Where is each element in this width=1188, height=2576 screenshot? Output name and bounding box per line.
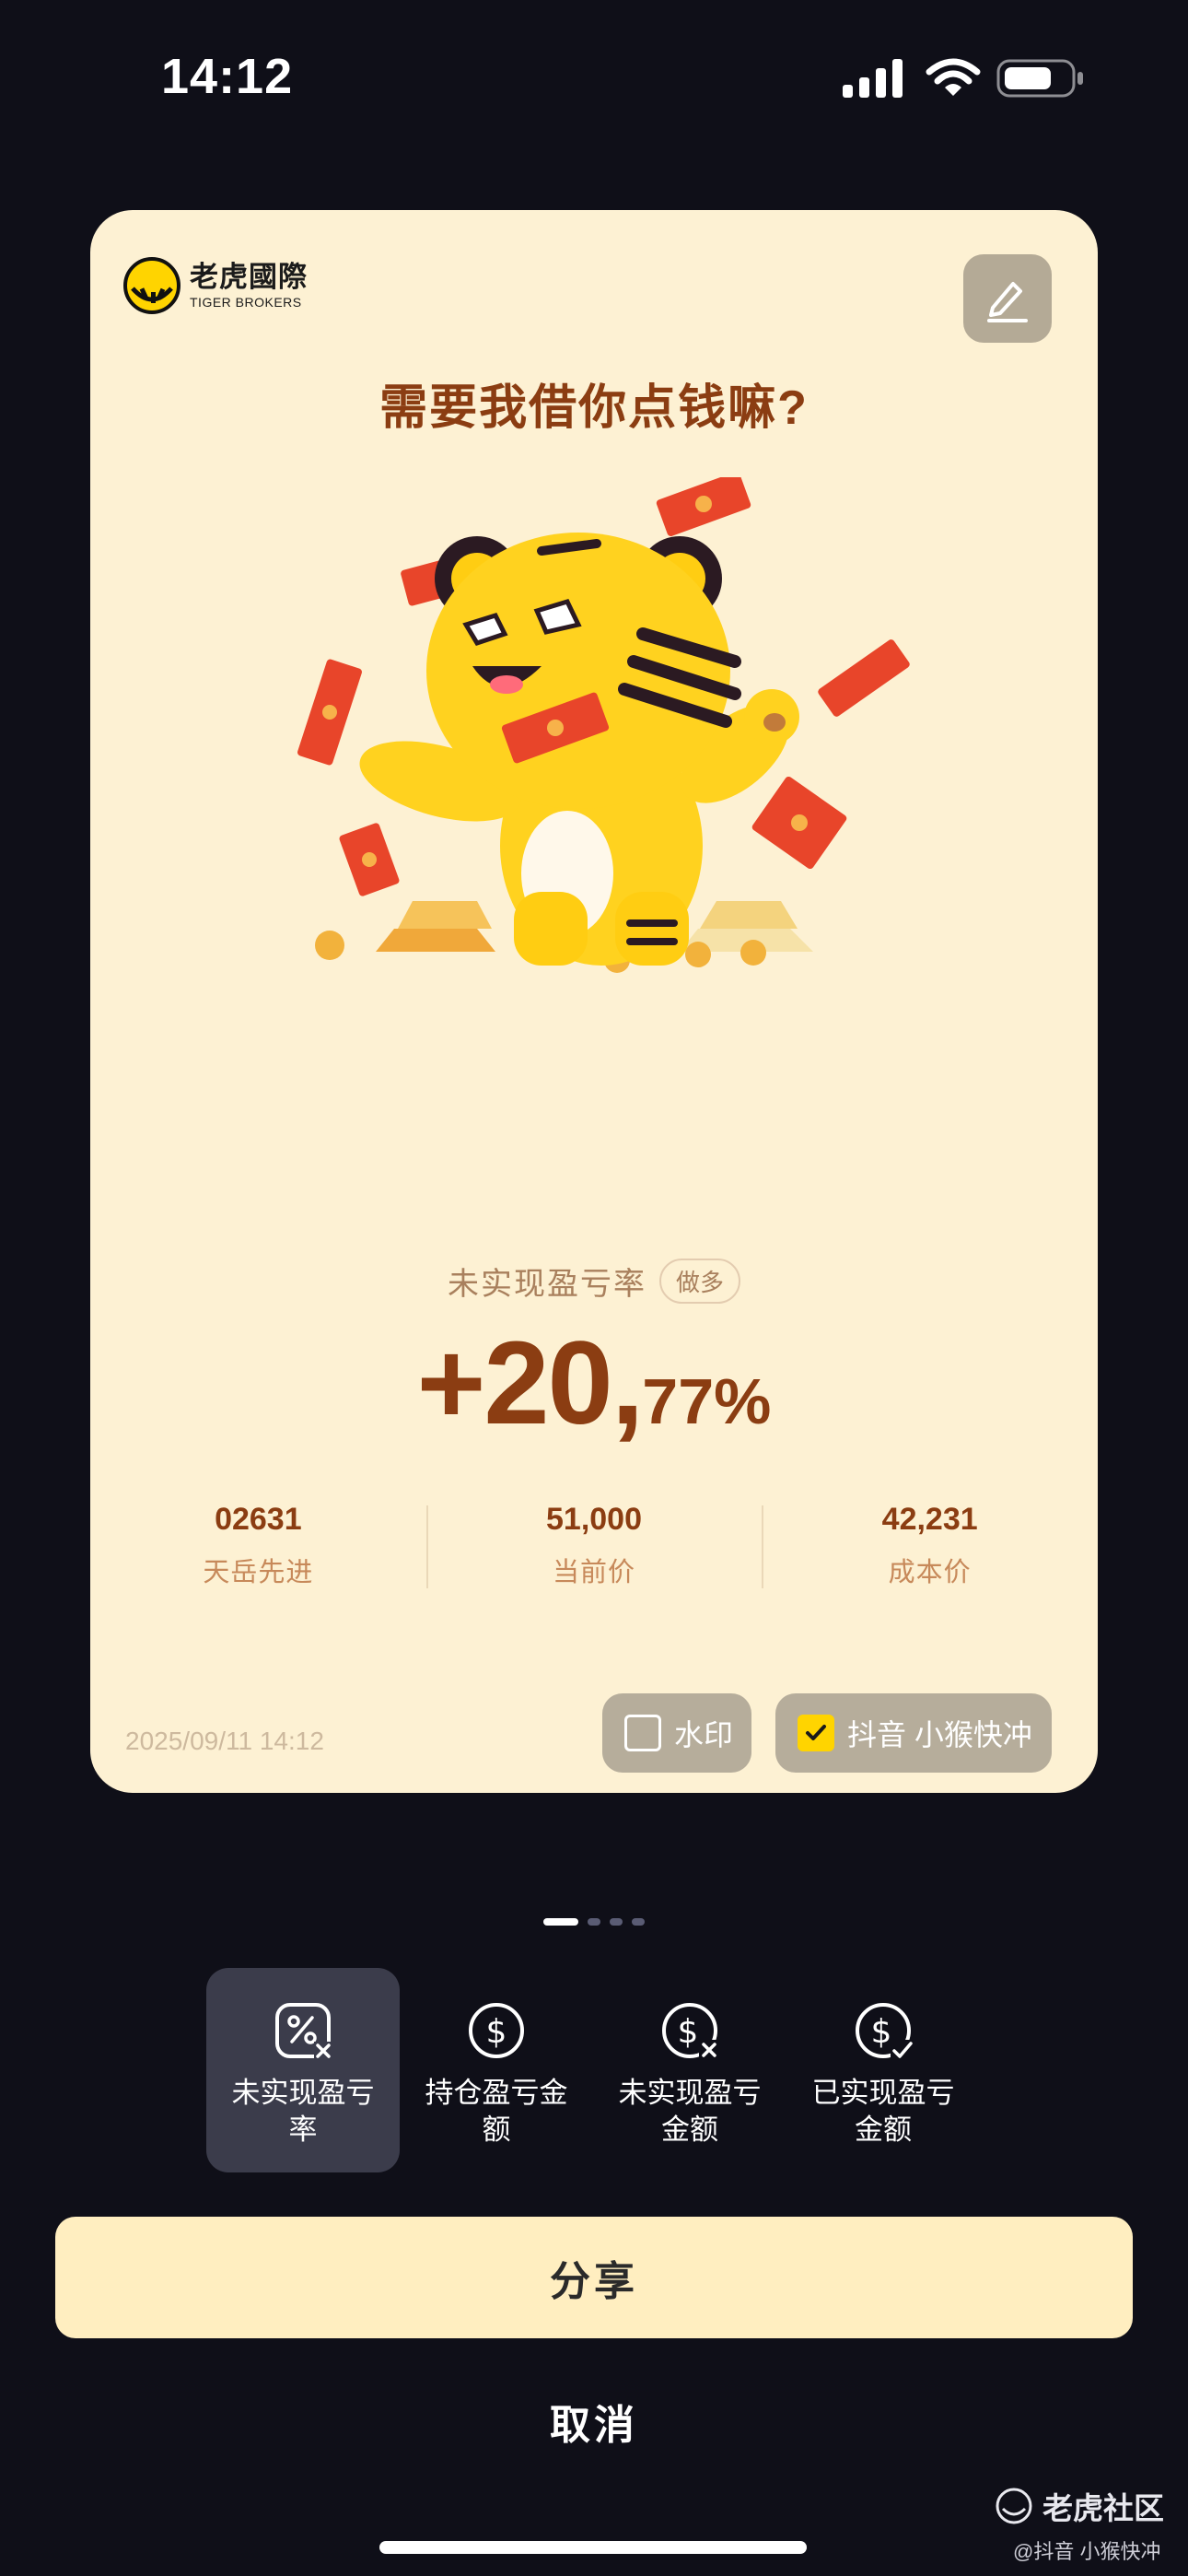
brand-name: 老虎國際: [190, 261, 308, 293]
card-title: 需要我借你点钱嘛?: [379, 381, 809, 435]
forum-watermark: 老虎社区: [995, 2484, 1164, 2528]
metric-tabs: 未实现盈亏率 $ 持仓盈亏金额 $ 未实现盈亏金额 $ 已实现盈亏金额: [206, 1968, 980, 2172]
pager-dot[interactable]: [632, 1918, 645, 1926]
tab-label: 持仓盈亏金额: [425, 2077, 568, 2146]
cancel-button[interactable]: 取消: [456, 2384, 732, 2458]
watermark-checkbox[interactable]: [624, 1715, 661, 1751]
tab-label: 已实现盈亏金额: [811, 2077, 955, 2146]
current-price-label: 当前价: [553, 1558, 636, 1587]
cost-price-label: 成本价: [888, 1558, 972, 1587]
share-card: 老虎國際 TIGER BROKERS 需要我借你点钱嘛? 未实现盈亏率 做多 +…: [90, 210, 1098, 1793]
stat-cost-price: 42,231 成本价: [762, 1502, 1098, 1594]
tab-label: 未实现盈亏金额: [618, 2077, 762, 2146]
red-envelope-icon: [818, 639, 910, 717]
timestamp: 2025/09/11 14:12: [125, 1727, 324, 1755]
red-envelope-icon: [339, 823, 400, 896]
metric-header: 未实现盈亏率 做多: [90, 1259, 1098, 1304]
pager-dot[interactable]: [588, 1918, 600, 1926]
metric-value-main: +20,: [416, 1317, 645, 1449]
metric-label: 未实现盈亏率: [447, 1267, 646, 1302]
cellular-signal-icon: [843, 59, 903, 98]
watermark-toggle[interactable]: 水印: [602, 1693, 751, 1773]
stock-name: 天岳先进: [203, 1558, 314, 1587]
account-name-toggle[interactable]: 抖音 小猴快冲: [775, 1693, 1052, 1773]
dollar-icon: $: [469, 2003, 524, 2058]
forum-handle: @抖音 小猴快冲: [1013, 2540, 1161, 2563]
stat-current-price: 51,000 当前价: [425, 1502, 763, 1594]
svg-text:$: $: [871, 2013, 892, 2051]
watermark-label: 水印: [674, 1718, 734, 1751]
dollar-check-icon: $: [856, 2003, 914, 2062]
edit-icon: [987, 282, 1028, 322]
forum-logo-icon: [996, 2488, 1032, 2524]
pager-dot[interactable]: [610, 1918, 623, 1926]
status-time: 14:12: [161, 49, 294, 104]
stats-row: 02631 天岳先进 51,000 当前价 42,231 成本价: [90, 1502, 1098, 1594]
brand-name-en: TIGER BROKERS: [190, 295, 302, 310]
tab-unrealized-pnl-rate[interactable]: 未实现盈亏率: [206, 1968, 400, 2172]
metric-value-sub: 77%: [642, 1365, 772, 1437]
brand-logo: 老虎國際 TIGER BROKERS: [123, 256, 308, 315]
red-envelope-icon: [751, 776, 847, 870]
current-price-value: 51,000: [546, 1502, 642, 1537]
svg-text:$: $: [678, 2013, 699, 2051]
forum-name: 老虎社区: [1042, 2491, 1164, 2525]
tab-position-pnl-amount[interactable]: $ 持仓盈亏金额: [400, 1968, 593, 2172]
tiger-logo-icon: [123, 257, 181, 314]
card-pager[interactable]: [0, 1918, 1188, 1926]
tab-unrealized-pnl-amount[interactable]: $ 未实现盈亏金额: [593, 1968, 786, 2172]
red-envelope-icon: [297, 659, 362, 766]
red-envelope-icon: [656, 477, 751, 537]
position-badge: 做多: [658, 1259, 740, 1304]
status-bar: 14:12: [0, 0, 1188, 157]
battery-icon: [996, 59, 1083, 98]
account-name-label: 抖音 小猴快冲: [847, 1718, 1032, 1751]
wifi-icon: [926, 58, 981, 96]
account-name-checkbox[interactable]: [798, 1715, 834, 1751]
share-button[interactable]: 分享: [55, 2217, 1133, 2338]
tab-realized-pnl-amount[interactable]: $ 已实现盈亏金额: [786, 1968, 980, 2172]
home-indicator[interactable]: [379, 2541, 807, 2554]
gold-bars-left: [315, 901, 495, 960]
percent-x-icon: [275, 2003, 334, 2062]
tab-label: 未实现盈亏率: [231, 2077, 375, 2146]
edit-button[interactable]: [963, 254, 1052, 343]
pager-dot-active[interactable]: [543, 1918, 578, 1926]
metric-value: +20,77%: [90, 1316, 1098, 1451]
svg-text:$: $: [486, 2013, 507, 2051]
cost-price-value: 42,231: [881, 1502, 978, 1537]
tiger-mascot-illustration: [297, 477, 910, 973]
checkmark-icon: [806, 1725, 826, 1740]
dollar-x-icon: $: [662, 2003, 721, 2062]
stock-code: 02631: [215, 1502, 302, 1537]
stat-stock: 02631 天岳先进: [90, 1502, 426, 1594]
